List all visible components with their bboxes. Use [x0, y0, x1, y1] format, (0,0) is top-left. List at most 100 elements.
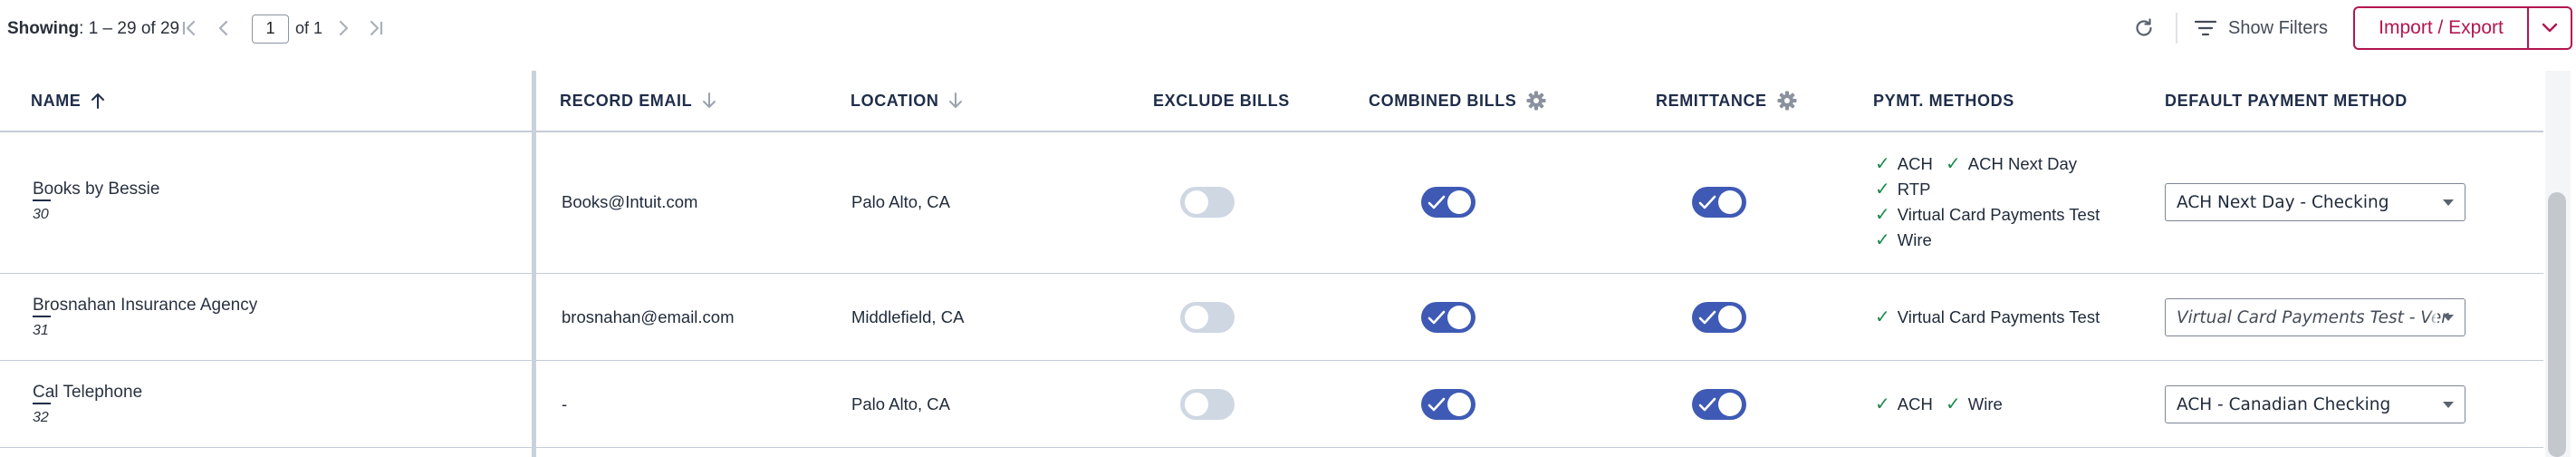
- payment-method-label: Wire: [1967, 394, 2003, 413]
- payment-method-item: ✓ Wire: [1875, 228, 1932, 251]
- check-icon: ✓: [1875, 307, 1890, 327]
- column-header-remittance: REMITTANCE: [1656, 71, 1798, 131]
- first-page-button[interactable]: [176, 15, 203, 42]
- gear-icon[interactable]: [1525, 90, 1547, 112]
- column-header-default-payment-method: DEFAULT PAYMENT METHOD: [2165, 71, 2408, 131]
- exclude-bills-toggle[interactable]: [1180, 187, 1235, 218]
- caret-down-icon: [2443, 199, 2454, 206]
- page-total: of 1: [295, 19, 323, 37]
- default-payment-method-value: ACH Next Day - Checking: [2177, 193, 2389, 212]
- column-header-pymt-methods-label: PYMT. METHODS: [1873, 91, 2014, 110]
- toggle-knob: [1185, 190, 1208, 214]
- remittance-toggle[interactable]: [1692, 302, 1746, 333]
- vendor-name[interactable]: Brosnahan Insurance Agency: [33, 296, 257, 316]
- payment-method-item: ✓ Virtual Card Payments Test: [1875, 203, 2100, 226]
- payment-method-item: ✓ RTP: [1875, 178, 1930, 200]
- toggle-knob: [1718, 190, 1742, 214]
- remittance-toggle[interactable]: [1692, 389, 1746, 420]
- name-underline: [33, 316, 51, 317]
- payment-method-item: ✓ ACH Next Day: [1946, 152, 2077, 175]
- payment-method-label: ACH: [1897, 153, 1933, 173]
- table-row[interactable]: Cal Telephone 32 - Palo Alto, CA ✓ ACH ✓ W…: [0, 361, 2543, 448]
- column-header-combined-bills-label: COMBINED BILLS: [1369, 91, 1517, 110]
- payment-method-label: Virtual Card Payments Test: [1897, 306, 2100, 326]
- table-header-row: NAME RECORD EMAIL LOCATION EXCLUDE BILLS…: [0, 71, 2543, 132]
- next-page-button[interactable]: [330, 15, 357, 42]
- column-header-record-email-label: RECORD EMAIL: [560, 91, 693, 110]
- sort-descending-icon: [949, 92, 963, 108]
- payment-method-item: ✓ ACH: [1875, 152, 1933, 175]
- column-header-default-payment-method-label: DEFAULT PAYMENT METHOD: [2165, 91, 2408, 110]
- column-header-exclude-bills: EXCLUDE BILLS: [1153, 71, 1290, 131]
- check-icon: [1698, 310, 1716, 325]
- column-header-name[interactable]: NAME: [31, 71, 106, 131]
- caret-down-icon: [2443, 402, 2454, 408]
- page-number-input[interactable]: 1: [252, 15, 289, 44]
- check-icon: ✓: [1946, 154, 1961, 174]
- default-payment-method-select[interactable]: Virtual Card Payments Test - Ver: [2165, 298, 2465, 336]
- payment-method-label: Wire: [1897, 229, 1932, 249]
- column-header-remittance-label: REMITTANCE: [1656, 91, 1767, 110]
- combined-bills-toggle[interactable]: [1421, 302, 1475, 333]
- refresh-button[interactable]: [2129, 13, 2159, 44]
- check-icon: [1698, 195, 1716, 209]
- check-icon: [1427, 195, 1446, 209]
- toolbar-divider: [2176, 13, 2177, 44]
- column-header-record-email[interactable]: RECORD EMAIL: [560, 71, 717, 131]
- table-row[interactable]: Brosnahan Insurance Agency 31 brosnahan@…: [0, 274, 2543, 361]
- column-header-exclude-bills-label: EXCLUDE BILLS: [1153, 91, 1290, 110]
- previous-page-button[interactable]: [210, 15, 237, 42]
- payment-method-item: ✓ Wire: [1946, 393, 2003, 415]
- location: Palo Alto, CA: [851, 192, 951, 211]
- payment-method-label: Virtual Card Payments Test: [1897, 204, 2100, 224]
- last-page-icon: [370, 20, 383, 36]
- combined-bills-toggle[interactable]: [1421, 389, 1475, 420]
- column-header-name-label: NAME: [31, 91, 82, 110]
- toggle-knob: [1718, 306, 1742, 329]
- table-toolbar: Showing: 1 – 29 of 29 1 of 1 Show Filter…: [0, 0, 2576, 58]
- vendor-name[interactable]: Cal Telephone: [33, 383, 142, 403]
- default-payment-method-select[interactable]: ACH Next Day - Checking: [2165, 183, 2465, 221]
- toggle-knob: [1447, 306, 1471, 329]
- sort-ascending-icon: [91, 93, 105, 109]
- first-page-icon: [182, 20, 196, 36]
- default-payment-method-select[interactable]: ACH - Canadian Checking: [2165, 385, 2465, 423]
- import-export-button[interactable]: Import / Export: [2353, 6, 2527, 50]
- payment-method-label: ACH: [1897, 394, 1933, 413]
- showing-range: : 1 – 29 of 29: [79, 19, 180, 38]
- check-icon: [1427, 310, 1446, 325]
- name-underline: [33, 403, 51, 404]
- column-header-location-label: LOCATION: [851, 91, 939, 110]
- frozen-column-divider[interactable]: [532, 71, 536, 457]
- show-filters-button[interactable]: Show Filters: [2194, 11, 2328, 45]
- remittance-toggle[interactable]: [1692, 187, 1746, 218]
- last-page-button[interactable]: [362, 15, 389, 42]
- show-filters-label: Show Filters: [2228, 17, 2329, 38]
- vendor-name[interactable]: Books by Bessie: [33, 180, 159, 199]
- import-export-menu-button[interactable]: [2527, 6, 2572, 50]
- table-row[interactable]: Books by Bessie 30 Books@Intuit.com Palo…: [0, 132, 2543, 274]
- check-icon: [1698, 397, 1716, 412]
- check-icon: ✓: [1875, 230, 1890, 250]
- record-email: brosnahan@email.com: [562, 307, 735, 326]
- toggle-knob: [1718, 393, 1742, 416]
- chevron-right-icon: [339, 20, 349, 36]
- exclude-bills-toggle[interactable]: [1180, 302, 1235, 333]
- gear-icon[interactable]: [1776, 90, 1798, 112]
- name-underline: [33, 199, 51, 201]
- vertical-scrollbar-thumb[interactable]: [2548, 192, 2566, 457]
- toggle-knob: [1185, 306, 1208, 329]
- showing-label: Showing: [7, 19, 80, 38]
- check-icon: ✓: [1875, 394, 1890, 414]
- exclude-bills-toggle[interactable]: [1180, 389, 1235, 420]
- payment-method-label: RTP: [1897, 179, 1931, 199]
- column-header-location[interactable]: LOCATION: [851, 71, 964, 131]
- check-icon: ✓: [1875, 180, 1890, 199]
- chevron-left-icon: [218, 20, 228, 36]
- default-payment-method-value: Virtual Card Payments Test - Ver: [2177, 308, 2448, 327]
- caret-down-icon: [2443, 315, 2454, 321]
- record-count: Showing: 1 – 29 of 29: [7, 19, 179, 39]
- toggle-knob: [1447, 190, 1471, 214]
- combined-bills-toggle[interactable]: [1421, 187, 1475, 218]
- record-email: Books@Intuit.com: [562, 192, 698, 211]
